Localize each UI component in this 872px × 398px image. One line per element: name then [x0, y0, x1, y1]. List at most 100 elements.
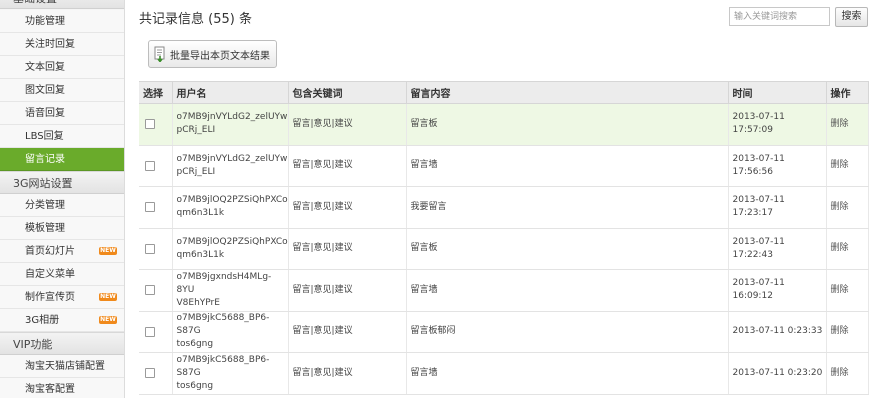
- table-row: o7MB9jkC5688_BP6-S87G tos6gng 留言|意见|建议 留言墙 2…: [139, 352, 869, 395]
- delete-link[interactable]: 删除: [831, 285, 849, 295]
- sidebar-item-message-records[interactable]: 留言记录: [0, 148, 124, 171]
- sidebar-item-template-manage[interactable]: 模板管理: [0, 217, 124, 240]
- delete-link[interactable]: 删除: [831, 119, 849, 129]
- table-row: o7MB9jkC5688_BP6-S87G tos6gng 留言|意见|建议 留言板郁…: [139, 311, 869, 353]
- username-cell: o7MB9jnVYLdG2_zelUYw pCRj_ELI: [172, 145, 289, 187]
- sidebar-item-news-reply[interactable]: 图文回复: [0, 79, 124, 102]
- action-cell: 删除: [826, 228, 869, 270]
- time-cell: 2013-07-11 0:23:33: [728, 311, 827, 353]
- row-checkbox[interactable]: [145, 160, 155, 171]
- app-root: 基础设置 功能管理 关注时回复 文本回复 图文回复 语音回复 LBS回复 留言记…: [0, 0, 872, 398]
- content-cell: 留言板郁闷: [406, 311, 729, 353]
- delete-link[interactable]: 删除: [831, 326, 849, 336]
- column-header-time: 时间: [728, 81, 827, 104]
- select-cell: [139, 352, 173, 395]
- export-button-label: 批量导出本页文本结果: [170, 50, 270, 62]
- username-cell: o7MB9jnVYLdG2_zelUYw pCRj_ELI: [172, 103, 289, 146]
- sidebar-item-label: 制作宣传页: [25, 292, 75, 303]
- column-header-action: 操作: [826, 81, 869, 104]
- column-header-select: 选择: [139, 81, 173, 104]
- sidebar-item-promo-page[interactable]: 制作宣传页 NEW: [0, 286, 124, 309]
- content-cell: 留言墙: [406, 352, 729, 395]
- content-cell: 留言墙: [406, 145, 729, 187]
- row-checkbox[interactable]: [145, 119, 155, 130]
- table-header-row: 选择 用户名 包含关键词 留言内容 时间 操作: [139, 81, 869, 104]
- export-button[interactable]: 批量导出本页文本结果: [148, 40, 277, 68]
- sidebar: 基础设置 功能管理 关注时回复 文本回复 图文回复 语音回复 LBS回复 留言记…: [0, 0, 125, 398]
- username-line1: o7MB9jnVYLdG2_zelUYw: [176, 112, 288, 123]
- sidebar-group-3g-site[interactable]: 3G网站设置: [0, 171, 124, 194]
- sidebar-item-lbs-reply[interactable]: LBS回复: [0, 125, 124, 148]
- row-checkbox[interactable]: [145, 202, 155, 213]
- content-cell: 留言板: [406, 228, 729, 270]
- username-line1: o7MB9jgxndsH4MLg-8YU: [176, 271, 272, 295]
- table-body: o7MB9jnVYLdG2_zelUYw pCRj_ELI 留言|意见|建议 留言板 2…: [139, 103, 869, 395]
- new-badge-icon: NEW: [99, 293, 117, 301]
- time-cell: 2013-07-11 17:23:17: [728, 186, 827, 229]
- username-line1: o7MB9jnVYLdG2_zelUYw: [176, 153, 288, 164]
- select-cell: [139, 186, 173, 229]
- username-line2: tos6gng: [176, 339, 214, 350]
- keywords-cell: 留言|意见|建议: [288, 103, 407, 146]
- username-cell: o7MB9jlOQ2PZSiQhPXCo qm6n3L1k: [172, 186, 289, 229]
- select-cell: [139, 103, 173, 146]
- username-line2: pCRj_ELI: [176, 166, 216, 177]
- sidebar-item-custom-menu[interactable]: 自定义菜单: [0, 263, 124, 286]
- keywords-cell: 留言|意见|建议: [288, 186, 407, 229]
- search-button[interactable]: 搜索: [835, 7, 868, 27]
- search-input[interactable]: [729, 7, 830, 26]
- sidebar-item-text-reply[interactable]: 文本回复: [0, 56, 124, 79]
- action-cell: 删除: [826, 103, 869, 146]
- keywords-cell: 留言|意见|建议: [288, 311, 407, 353]
- table-row: o7MB9jgxndsH4MLg-8YU V8EhYPrE 留言|意见|建议 留言墙 2…: [139, 269, 869, 312]
- sidebar-item-home-slides[interactable]: 首页幻灯片 NEW: [0, 240, 124, 263]
- sidebar-item-follow-reply[interactable]: 关注时回复: [0, 33, 124, 56]
- column-header-username: 用户名: [172, 81, 289, 104]
- username-cell: o7MB9jgxndsH4MLg-8YU V8EhYPrE: [172, 269, 289, 312]
- row-checkbox[interactable]: [145, 243, 155, 254]
- username-cell: o7MB9jlOQ2PZSiQhPXCo qm6n3L1k: [172, 228, 289, 270]
- table-row: o7MB9jlOQ2PZSiQhPXCo qm6n3L1k 留言|意见|建议 留言板 2…: [139, 228, 869, 270]
- sidebar-item-3g-album[interactable]: 3G相册 NEW: [0, 309, 124, 332]
- column-header-content: 留言内容: [406, 81, 729, 104]
- sidebar-item-function-manage[interactable]: 功能管理: [0, 10, 124, 33]
- time-cell: 2013-07-11 17:22:43: [728, 228, 827, 270]
- delete-link[interactable]: 删除: [831, 243, 849, 253]
- sidebar-item-voice-reply[interactable]: 语音回复: [0, 102, 124, 125]
- new-badge-icon: NEW: [99, 316, 117, 324]
- username-line2: qm6n3L1k: [176, 208, 225, 219]
- action-cell: 删除: [826, 311, 869, 353]
- sidebar-group-vip[interactable]: VIP功能: [0, 332, 124, 355]
- new-badge-icon: NEW: [99, 247, 117, 255]
- sidebar-item-label: 首页幻灯片: [25, 246, 75, 257]
- keywords-cell: 留言|意见|建议: [288, 145, 407, 187]
- select-cell: [139, 228, 173, 270]
- keywords-cell: 留言|意见|建议: [288, 228, 407, 270]
- sidebar-item-taobao-shop-config[interactable]: 淘宝天猫店铺配置: [0, 355, 124, 378]
- keywords-cell: 留言|意见|建议: [288, 269, 407, 312]
- main-content: 共记录信息 (55) 条 搜索 批量导出本页文本结果: [126, 0, 872, 398]
- select-cell: [139, 145, 173, 187]
- sidebar-item-category-manage[interactable]: 分类管理: [0, 194, 124, 217]
- action-cell: 删除: [826, 186, 869, 229]
- delete-link[interactable]: 删除: [831, 202, 849, 212]
- delete-link[interactable]: 删除: [831, 160, 849, 170]
- table-row: o7MB9jnVYLdG2_zelUYw pCRj_ELI 留言|意见|建议 留言板 2…: [139, 103, 869, 146]
- page-title: 共记录信息 (55) 条: [139, 12, 252, 27]
- username-line1: o7MB9jkC5688_BP6-S87G: [176, 354, 270, 378]
- sidebar-item-label: 3G相册: [25, 315, 60, 326]
- row-checkbox[interactable]: [145, 326, 155, 337]
- sidebar-group-basic[interactable]: 基础设置: [0, 0, 124, 9]
- action-cell: 删除: [826, 269, 869, 312]
- column-header-keywords: 包含关键词: [288, 81, 407, 104]
- username-line2: tos6gng: [176, 380, 214, 391]
- row-checkbox[interactable]: [145, 368, 155, 379]
- username-cell: o7MB9jkC5688_BP6-S87G tos6gng: [172, 311, 289, 353]
- delete-link[interactable]: 删除: [831, 368, 849, 378]
- row-checkbox[interactable]: [145, 285, 155, 296]
- sidebar-item-taobaoke-config[interactable]: 淘宝客配置: [0, 378, 124, 398]
- action-cell: 删除: [826, 352, 869, 395]
- select-cell: [139, 311, 173, 353]
- time-cell: 2013-07-11 16:09:12: [728, 269, 827, 312]
- table-row: o7MB9jnVYLdG2_zelUYw pCRj_ELI 留言|意见|建议 留言墙 2…: [139, 145, 869, 187]
